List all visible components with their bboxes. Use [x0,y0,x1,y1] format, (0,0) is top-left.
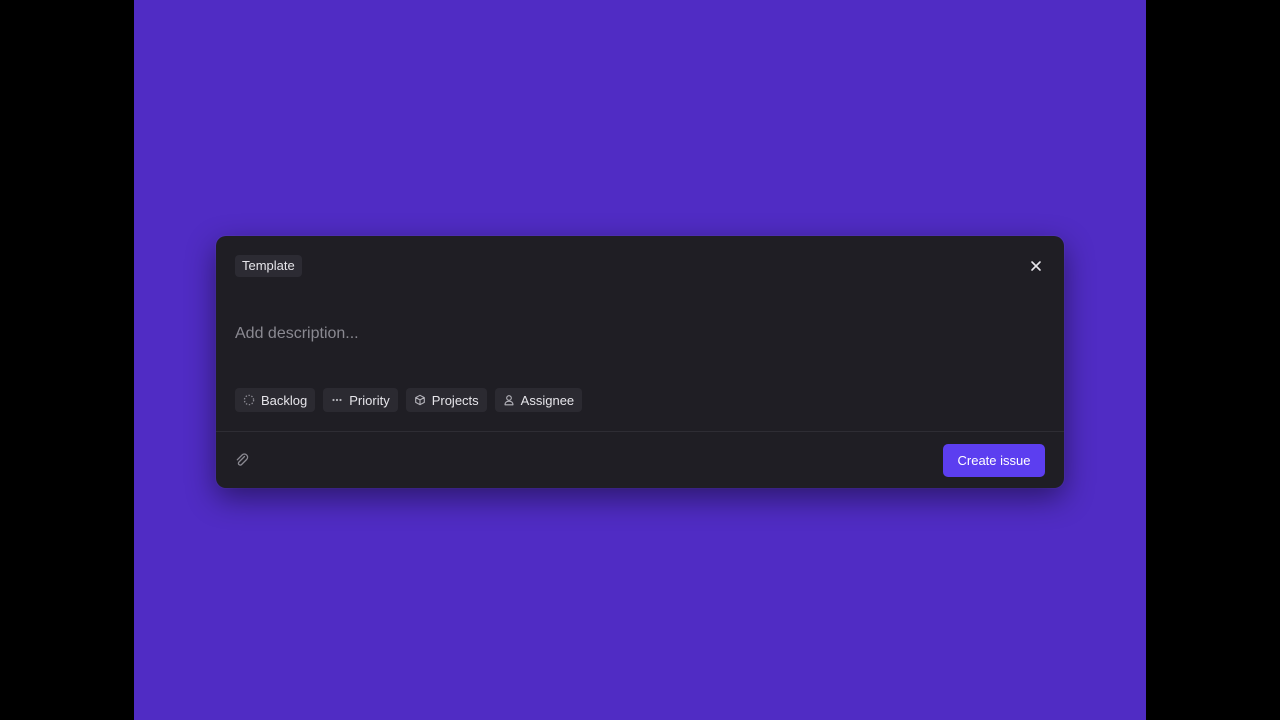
project-cube-icon [414,394,426,406]
footer-divider [216,431,1064,432]
create-issue-button[interactable]: Create issue [943,444,1045,477]
template-chip[interactable]: Template [235,255,302,277]
status-chip-label: Backlog [261,392,308,408]
attach-button[interactable] [234,452,250,468]
property-chips: Backlog Priority Projects Assignee [235,388,583,412]
priority-icon [331,394,343,406]
description-input[interactable] [235,322,1035,346]
projects-chip-label: Projects [431,392,479,408]
close-button[interactable] [1026,256,1046,276]
priority-chip[interactable]: Priority [323,388,398,412]
priority-chip-label: Priority [349,392,390,408]
assignee-chip-label: Assignee [520,392,575,408]
assignee-chip[interactable]: Assignee [494,388,583,412]
backlog-status-icon [243,394,255,406]
person-icon [503,394,515,406]
projects-chip[interactable]: Projects [405,388,487,412]
status-chip[interactable]: Backlog [235,388,316,412]
paperclip-icon [236,453,249,466]
create-issue-modal: Template Backlog Priority [216,236,1064,488]
close-icon [1031,261,1041,271]
